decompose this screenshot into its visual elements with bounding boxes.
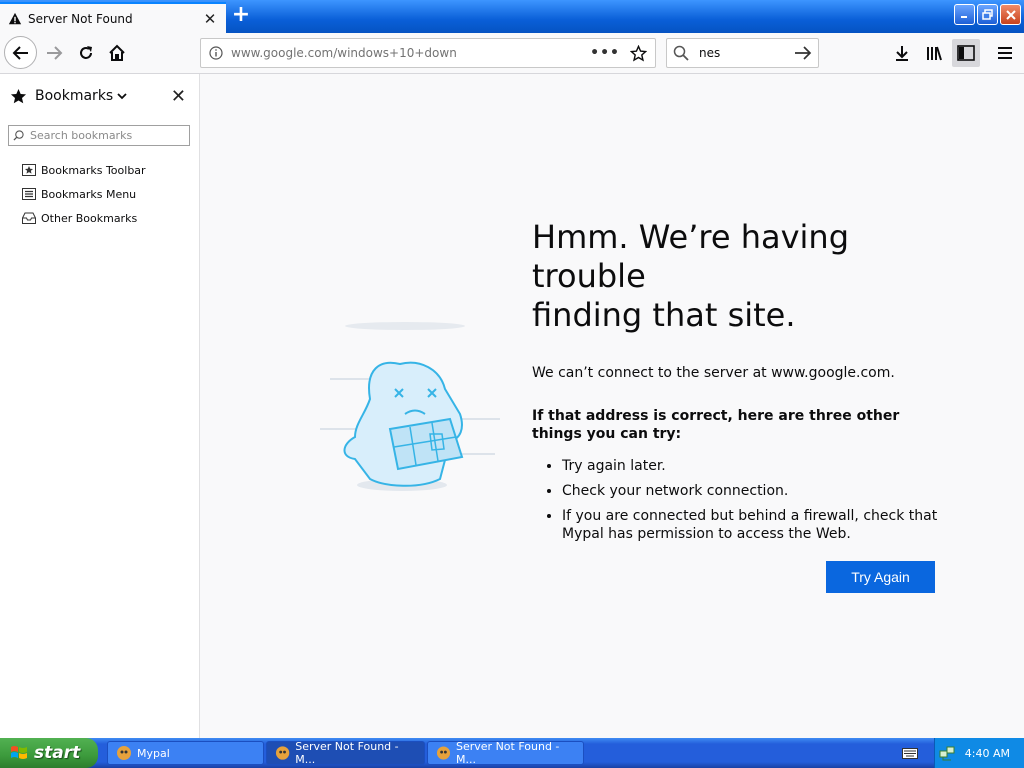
- search-input[interactable]: nes: [699, 46, 794, 60]
- home-button[interactable]: [101, 37, 133, 69]
- bookmarks-sidebar: Bookmarks ✕ Search bookmarks Bookmarks T…: [0, 74, 200, 738]
- sidebar-icon: [957, 45, 975, 61]
- suggestions-heading: If that address is correct, here are thr…: [532, 408, 900, 442]
- navigation-toolbar: www.google.com/windows+10+down ••• nes: [0, 33, 1024, 74]
- other-bookmarks-icon: [22, 212, 36, 224]
- star-icon[interactable]: [630, 44, 647, 62]
- tab-title: Server Not Found: [28, 11, 133, 26]
- taskbar-item-server-not-found-1[interactable]: Server Not Found - M...: [266, 740, 425, 766]
- download-icon: [896, 46, 908, 61]
- arrow-left-icon: [12, 45, 28, 60]
- close-icon: [1005, 9, 1016, 20]
- sidebar-close-icon[interactable]: ✕: [171, 86, 186, 107]
- error-page: Hmm. We’re having trouble finding that s…: [200, 74, 1024, 738]
- search-icon: [13, 130, 24, 141]
- sidebar-toggle-button[interactable]: [952, 39, 980, 67]
- star-icon: [10, 88, 27, 103]
- window-controls: [954, 4, 1021, 25]
- back-button[interactable]: [4, 36, 37, 69]
- downloads-button[interactable]: [888, 39, 916, 67]
- taskbar-item-mypal[interactable]: Mypal: [107, 741, 264, 765]
- home-icon: [109, 44, 125, 61]
- title-bar: Server Not Found ✕ +: [0, 0, 1024, 33]
- suggestions-list: Try again later. Check your network conn…: [562, 457, 942, 543]
- taskbar-item-label: Mypal: [137, 746, 170, 760]
- windows-logo-icon: [11, 746, 27, 759]
- start-button[interactable]: start: [0, 738, 98, 768]
- menu-button[interactable]: [991, 39, 1019, 67]
- bookmark-folder-other[interactable]: Other Bookmarks: [22, 206, 146, 230]
- bookmarks-list: Bookmarks Toolbar Bookmarks Menu Other B…: [22, 158, 146, 230]
- system-tray: 4:40 AM: [934, 738, 1024, 768]
- page-actions-icon[interactable]: •••: [590, 45, 620, 61]
- close-window-button[interactable]: [1000, 4, 1021, 25]
- suggestion-item: Check your network connection.: [562, 482, 942, 500]
- minimize-button[interactable]: [954, 4, 975, 25]
- restore-button[interactable]: [977, 4, 998, 25]
- network-icon[interactable]: [939, 745, 955, 761]
- hamburger-menu-icon: [998, 47, 1012, 59]
- info-icon: [209, 46, 223, 60]
- bookmark-folder-label: Bookmarks Menu: [41, 187, 137, 201]
- error-title-line2: finding that site.: [532, 296, 796, 334]
- mypal-app-icon: [436, 746, 451, 760]
- bookmark-folder-menu[interactable]: Bookmarks Menu: [22, 182, 146, 206]
- error-message-container: Hmm. We’re having trouble finding that s…: [532, 218, 942, 550]
- start-label: start: [34, 743, 81, 763]
- bookmarks-search-input[interactable]: Search bookmarks: [8, 125, 190, 146]
- error-title-line1: Hmm. We’re having trouble: [532, 218, 849, 295]
- mypal-app-icon: [117, 746, 131, 760]
- forward-button[interactable]: [38, 37, 70, 69]
- taskbar-item-server-not-found-2[interactable]: Server Not Found - M...: [427, 740, 584, 766]
- new-tab-button[interactable]: +: [229, 4, 253, 28]
- url-text[interactable]: www.google.com/windows+10+down: [231, 46, 590, 60]
- bookmarks-menu-icon: [22, 188, 36, 200]
- search-icon: [673, 45, 689, 61]
- minimize-icon: [961, 16, 967, 18]
- error-description: We can’t connect to the server at www.go…: [532, 365, 895, 381]
- arrow-right-icon[interactable]: [794, 46, 812, 60]
- taskbar-item-label: Server Not Found - M...: [456, 740, 560, 766]
- tab-server-not-found[interactable]: Server Not Found ✕: [0, 2, 226, 33]
- clock: 4:40 AM: [964, 746, 1010, 760]
- error-title: Hmm. We’re having trouble finding that s…: [532, 218, 942, 335]
- search-placeholder: Search bookmarks: [30, 129, 133, 142]
- taskbar: start Mypal Server Not Found - M... Serv…: [0, 738, 1024, 768]
- search-bar[interactable]: nes: [666, 38, 819, 68]
- chevron-down-icon[interactable]: [117, 92, 127, 100]
- suggestion-item: If you are connected but behind a firewa…: [562, 507, 942, 543]
- suggestion-item: Try again later.: [562, 457, 942, 475]
- reload-icon: [80, 46, 92, 59]
- bookmark-folder-toolbar[interactable]: Bookmarks Toolbar: [22, 158, 146, 182]
- arrow-right-icon: [47, 46, 63, 60]
- bookmark-folder-label: Other Bookmarks: [41, 211, 138, 225]
- library-icon: [927, 46, 942, 61]
- bookmark-folder-label: Bookmarks Toolbar: [41, 163, 146, 177]
- keyboard-icon[interactable]: [902, 746, 918, 760]
- sidebar-title[interactable]: Bookmarks: [35, 88, 113, 104]
- try-again-button[interactable]: Try Again: [826, 561, 935, 593]
- sidebar-header[interactable]: Bookmarks ✕: [10, 84, 190, 108]
- dinosaur-illustration: [320, 322, 500, 491]
- url-bar[interactable]: www.google.com/windows+10+down •••: [200, 38, 656, 68]
- reload-button[interactable]: [70, 37, 102, 69]
- restore-icon: [982, 9, 993, 20]
- mypal-app-icon: [275, 746, 290, 760]
- library-button[interactable]: [920, 39, 948, 67]
- bookmarks-toolbar-icon: [22, 164, 36, 176]
- tab-close-icon[interactable]: ✕: [202, 10, 218, 28]
- taskbar-item-label: Server Not Found - M...: [295, 740, 399, 766]
- warning-icon: [8, 12, 22, 24]
